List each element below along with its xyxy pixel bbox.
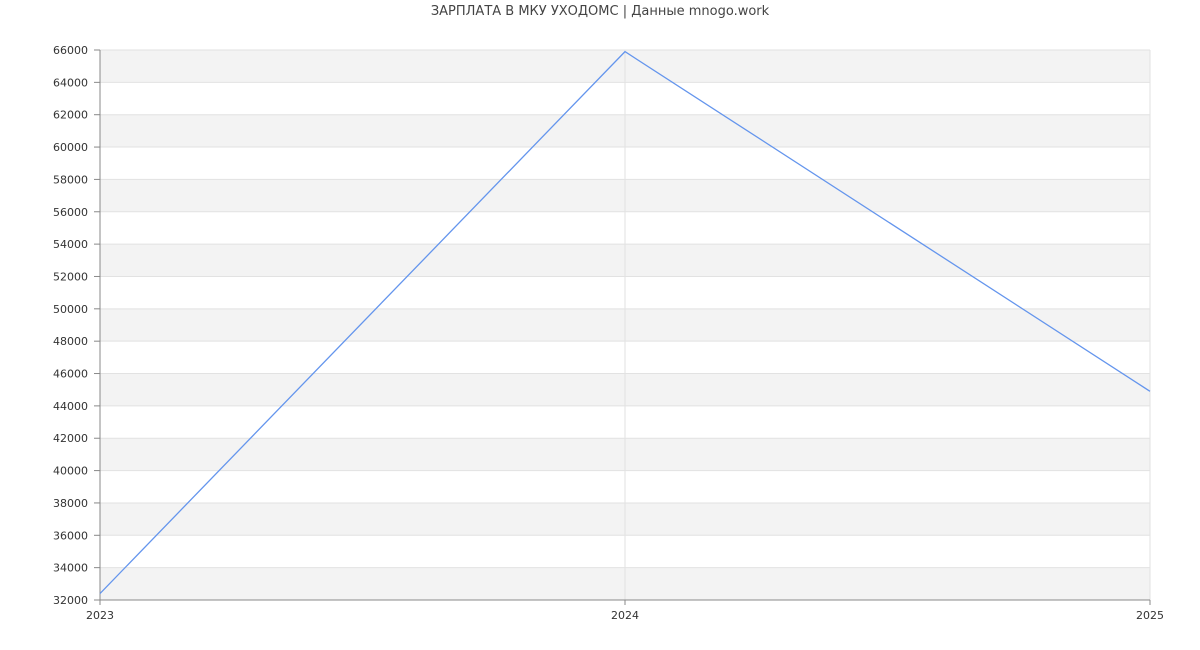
y-tick-labels: 32000 34000 36000 38000 40000 42000 44000 46000…	[53, 44, 88, 607]
x-tick-label: 2023	[86, 609, 114, 622]
y-tick-label: 42000	[53, 432, 88, 445]
y-tick-label: 38000	[53, 497, 88, 510]
y-tick-label: 56000	[53, 206, 88, 219]
x-tick-labels: 2023 2024 2025	[86, 609, 1164, 622]
y-tick-label: 52000	[53, 270, 88, 283]
y-tick-label: 66000	[53, 44, 88, 57]
y-tick-label: 48000	[53, 335, 88, 348]
y-tick-label: 46000	[53, 368, 88, 381]
y-tick-label: 64000	[53, 76, 88, 89]
x-tick-label: 2025	[1136, 609, 1164, 622]
y-tick-label: 40000	[53, 465, 88, 478]
y-tick-label: 44000	[53, 400, 88, 413]
y-tick-label: 54000	[53, 238, 88, 251]
line-chart: 32000 34000 36000 38000 40000 42000 44000 46000…	[53, 44, 1164, 622]
y-tick-label: 58000	[53, 173, 88, 186]
y-tick-label: 34000	[53, 562, 88, 575]
y-tick-label: 36000	[53, 529, 88, 542]
x-tick-label: 2024	[611, 609, 639, 622]
y-tick-label: 62000	[53, 109, 88, 122]
y-tick-label: 32000	[53, 594, 88, 607]
y-tick-label: 50000	[53, 303, 88, 316]
y-tick-label: 60000	[53, 141, 88, 154]
